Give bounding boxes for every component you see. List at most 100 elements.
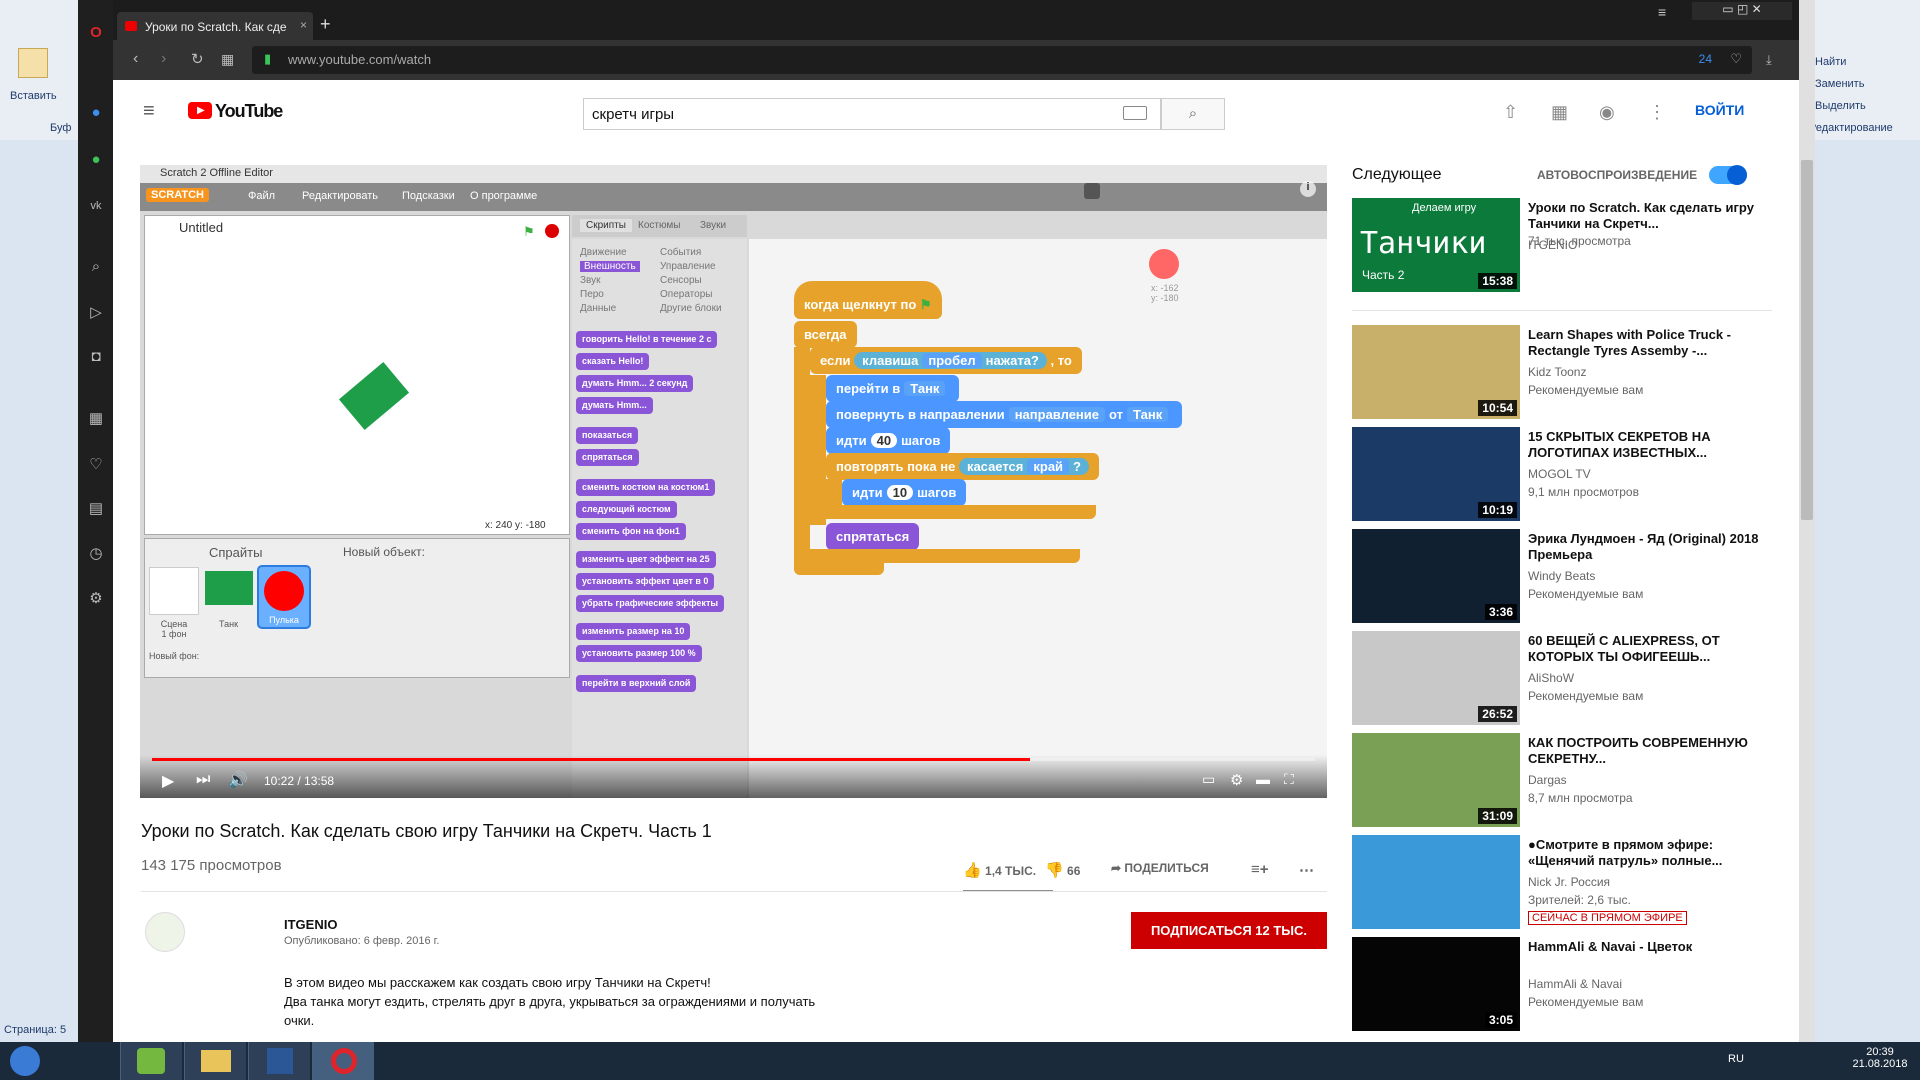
taskbar-word[interactable] <box>248 1042 310 1080</box>
cat-pen[interactable]: Перо <box>580 289 604 300</box>
taskbar-utorrent[interactable] <box>120 1042 182 1080</box>
move-block[interactable]: идти 40 шагов <box>826 427 951 454</box>
rec-item[interactable]: 26:52 60 ВЕЩЕЙ С ALIEXPRESS, ОТ КОТОРЫХ … <box>1352 631 1772 727</box>
cat-events[interactable]: События <box>660 247 701 258</box>
video-player[interactable]: Scratch 2 Offline Editor SCRATCH Файл Ре… <box>140 165 1327 798</box>
palette-block[interactable]: изменить размер на 10 <box>576 623 691 640</box>
new-tab-icon[interactable]: + <box>320 14 331 35</box>
stop-icon[interactable] <box>545 224 559 238</box>
speed-dial-icon[interactable]: ▦ <box>87 410 105 428</box>
rec-thumbnail[interactable]: 3:36 <box>1352 529 1520 623</box>
tabs-icon[interactable]: ▦ <box>221 51 234 68</box>
autoplay-toggle[interactable] <box>1709 165 1747 185</box>
if-block[interactable]: если клавиша пробел нажата? , то <box>810 347 1082 374</box>
vk-icon[interactable]: vk <box>87 197 105 215</box>
move-block-2[interactable]: идти 10 шагов <box>842 479 967 506</box>
palette-block[interactable]: спрятаться <box>576 449 639 466</box>
play-icon[interactable]: ▶ <box>162 771 174 791</box>
find-item[interactable]: Найти <box>1815 56 1846 68</box>
window-controls[interactable]: ▭ ◰ ✕ <box>1692 2 1792 20</box>
page-scrollbar[interactable] <box>1799 0 1815 1042</box>
settings-icon[interactable]: ⚙ <box>87 590 105 608</box>
palette-block[interactable]: перейти в верхний слой <box>576 675 697 692</box>
rec-item[interactable]: 3:05 HammAli & Navai - Цветок HammAli & … <box>1352 937 1772 1033</box>
tab-close-icon[interactable]: × <box>300 18 307 32</box>
forward-icon[interactable]: › <box>161 50 166 68</box>
cat-motion[interactable]: Движение <box>580 247 627 258</box>
bookmark-heart-icon[interactable]: ♡ <box>1730 51 1742 67</box>
dislike-button[interactable]: 👎 66 <box>1045 861 1080 879</box>
history-icon[interactable]: ◷ <box>87 545 105 563</box>
messages-icon[interactable]: ◉ <box>1599 102 1615 123</box>
download-icon[interactable]: ⤓ <box>1766 52 1772 68</box>
repeat-until-block[interactable]: повторять пока не касается край? <box>826 453 1099 480</box>
sprite-bullet-thumb[interactable]: Пулька <box>257 565 311 629</box>
key-pressed[interactable]: клавиша пробел нажата? <box>854 352 1047 369</box>
key-dropdown[interactable]: пробел <box>922 353 982 368</box>
rec-title[interactable]: Уроки по Scratch. Как сделать игру Танчи… <box>1528 200 1768 232</box>
url-field[interactable]: ▮ www.youtube.com/watch 24 ♡ <box>252 46 1752 74</box>
rec-thumbnail[interactable]: 10:19 <box>1352 427 1520 521</box>
info-icon[interactable]: i <box>1300 181 1316 197</box>
rec-title[interactable]: КАК ПОСТРОИТЬ СОВРЕМЕННУЮ СЕКРЕТНУ... <box>1528 735 1768 767</box>
paste-icon[interactable] <box>18 48 48 78</box>
whatsapp-icon[interactable]: ● <box>87 151 105 169</box>
tab-costumes[interactable]: Костюмы <box>638 220 680 231</box>
rec-thumbnail[interactable]: Делаем игру Танчики Часть 2 15:38 <box>1352 198 1520 292</box>
browser-tab[interactable]: Уроки по Scratch. Как сде × <box>117 12 313 40</box>
messenger-icon[interactable]: ● <box>87 104 105 122</box>
fullscreen-icon[interactable]: ⛶ <box>1284 771 1294 788</box>
cat-sensing[interactable]: Сенсоры <box>660 275 702 286</box>
more-vert-icon[interactable]: ⋮ <box>1648 102 1666 123</box>
youtube-logo[interactable]: YouTube <box>215 101 283 122</box>
rec-item[interactable]: 3:36 Эрика Лундмоен - Яд (Original) 2018… <box>1352 529 1772 625</box>
replace-item[interactable]: Заменить <box>1815 78 1864 90</box>
like-button[interactable]: 👍 1,4 ТЫС. <box>963 861 1036 879</box>
back-icon[interactable]: ‹ <box>133 50 138 68</box>
menu-tips[interactable]: Подсказки <box>402 190 455 202</box>
youtube-logo-icon[interactable]: ▶ <box>188 102 212 119</box>
rec-thumbnail[interactable]: 3:05 <box>1352 937 1520 1031</box>
cat-more[interactable]: Другие блоки <box>660 303 722 314</box>
subtitles-icon[interactable]: ▭ <box>1202 771 1215 788</box>
subscribe-button[interactable]: ПОДПИСАТЬСЯ 12 ТЫС. <box>1131 912 1327 949</box>
channel-avatar[interactable] <box>145 912 185 952</box>
signin-button[interactable]: ВОЙТИ <box>1695 102 1744 118</box>
menu-file[interactable]: Файл <box>248 190 275 202</box>
keyboard-icon[interactable] <box>1123 106 1147 120</box>
clock[interactable]: 20:39 21.08.2018 <box>1850 1046 1910 1070</box>
rec-title[interactable]: 15 СКРЫТЫХ СЕКРЕТОВ НА ЛОГОТИПАХ ИЗВЕСТН… <box>1528 429 1768 461</box>
rec-item[interactable]: ●Смотрите в прямом эфире: «Щенячий патру… <box>1352 835 1772 931</box>
cat-looks[interactable]: Внешность <box>580 261 640 272</box>
hide-block[interactable]: спрятаться <box>826 523 920 550</box>
select-item[interactable]: Выделить <box>1815 100 1866 112</box>
adblock-count[interactable]: 24 <box>1699 52 1712 66</box>
palette-block[interactable]: сменить костюм на костюм1 <box>576 479 716 496</box>
add-to-playlist-icon[interactable]: ≡+ <box>1251 861 1269 878</box>
news-icon[interactable]: ▤ <box>87 500 105 518</box>
forever-block[interactable]: всегда <box>794 321 857 348</box>
edge-dropdown[interactable]: край <box>1027 459 1070 474</box>
taskbar-explorer[interactable] <box>184 1042 246 1080</box>
settings-gear-icon[interactable]: ⚙ <box>1230 771 1243 789</box>
of-dropdown[interactable]: Танк <box>1127 407 1169 422</box>
taskbar-opera[interactable] <box>312 1042 374 1080</box>
rec-thumbnail[interactable]: 31:09 <box>1352 733 1520 827</box>
hat-block[interactable]: когда щелкнут по ⚑ <box>794 281 942 319</box>
opera-logo-icon[interactable]: O <box>87 24 105 42</box>
sprite-tank-thumb[interactable] <box>205 571 253 605</box>
rec-item[interactable]: Делаем игру Танчики Часть 2 15:38 Уроки … <box>1352 198 1772 294</box>
palette-block[interactable]: установить размер 100 % <box>576 645 702 662</box>
rec-item[interactable]: 31:09 КАК ПОСТРОИТЬ СОВРЕМЕННУЮ СЕКРЕТНУ… <box>1352 733 1772 829</box>
move2-steps-input[interactable]: 10 <box>886 485 914 500</box>
rec-item[interactable]: 10:54 Learn Shapes with Police Truck - R… <box>1352 325 1772 421</box>
rec-title[interactable]: 60 ВЕЩЕЙ С ALIEXPRESS, ОТ КОТОРЫХ ТЫ ОФИ… <box>1528 633 1768 665</box>
rec-thumbnail[interactable] <box>1352 835 1520 929</box>
send-icon[interactable]: ▷ <box>87 304 105 322</box>
reload-icon[interactable]: ↻ <box>191 50 204 68</box>
goto-dropdown[interactable]: Танк <box>904 381 946 396</box>
menu-icon[interactable]: ≡ <box>1658 4 1666 20</box>
point-towards-block[interactable]: повернуть в направлении направление от Танк <box>826 401 1183 428</box>
channel-name[interactable]: ITGENIO <box>284 917 337 932</box>
move-steps-input[interactable]: 40 <box>870 433 898 448</box>
